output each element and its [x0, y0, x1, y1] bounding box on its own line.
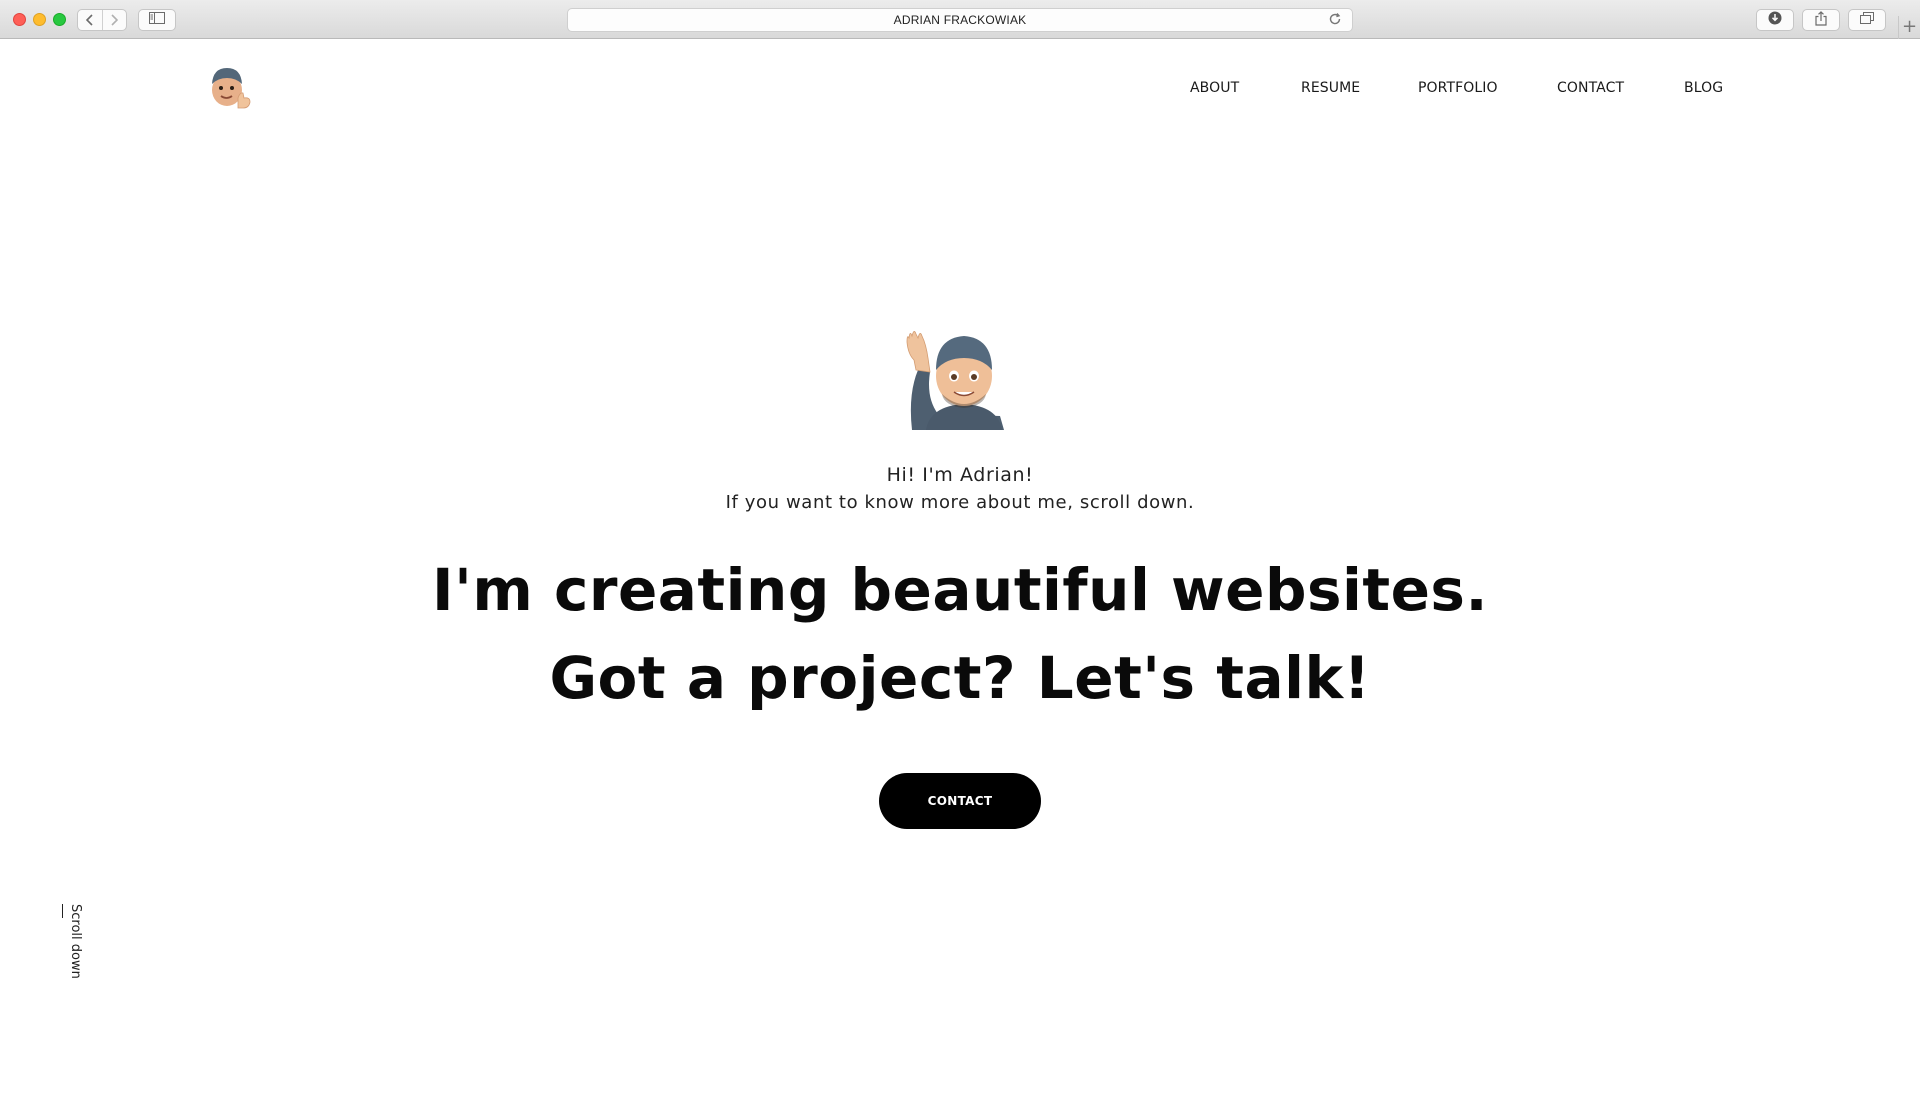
- zoom-window-button[interactable]: [53, 13, 66, 26]
- scroll-down-hint[interactable]: Scroll down: [62, 904, 84, 984]
- chevron-left-icon[interactable]: [78, 10, 102, 30]
- nav-resume[interactable]: RESUME: [1301, 80, 1360, 96]
- greeting-subline: If you want to know more about me, scrol…: [725, 492, 1195, 513]
- headline-secondary: Got a project? Let's talk!: [549, 644, 1371, 712]
- scroll-down-label: Scroll down: [68, 904, 83, 979]
- nav-blog[interactable]: BLOG: [1684, 80, 1723, 96]
- downloads-button[interactable]: [1756, 9, 1794, 31]
- tabs-icon: [1860, 12, 1874, 28]
- chevron-right-icon[interactable]: [101, 10, 127, 30]
- nav-about[interactable]: ABOUT: [1190, 80, 1239, 96]
- site-logo[interactable]: [208, 60, 256, 110]
- nav-portfolio[interactable]: PORTFOLIO: [1418, 80, 1498, 96]
- sidebar-icon: [149, 12, 165, 28]
- memoji-waving-icon: [906, 331, 1004, 430]
- nav-contact[interactable]: CONTACT: [1557, 80, 1624, 96]
- close-window-button[interactable]: [13, 13, 26, 26]
- headline-primary: I'm creating beautiful websites.: [432, 556, 1488, 624]
- scroll-indicator-line: [62, 904, 63, 918]
- reload-icon[interactable]: [1328, 12, 1342, 29]
- share-icon: [1815, 10, 1827, 30]
- share-button[interactable]: [1802, 9, 1840, 31]
- address-text: ADRIAN FRACKOWIAK: [893, 13, 1027, 27]
- contact-button[interactable]: CONTACT: [879, 773, 1041, 829]
- browser-toolbar: ADRIAN FRACKOWIAK +: [0, 0, 1920, 39]
- memoji-thumbs-up-icon: [212, 68, 251, 109]
- sidebar-toggle-button[interactable]: [138, 9, 176, 31]
- minimize-window-button[interactable]: [33, 13, 46, 26]
- show-tabs-button[interactable]: [1848, 9, 1886, 31]
- greeting-line: Hi! I'm Adrian!: [886, 464, 1034, 486]
- hero-avatar: [904, 314, 1004, 430]
- download-icon: [1768, 11, 1782, 29]
- address-bar[interactable]: ADRIAN FRACKOWIAK: [567, 8, 1353, 32]
- history-nav: [77, 9, 127, 31]
- new-tab-button[interactable]: +: [1898, 16, 1920, 39]
